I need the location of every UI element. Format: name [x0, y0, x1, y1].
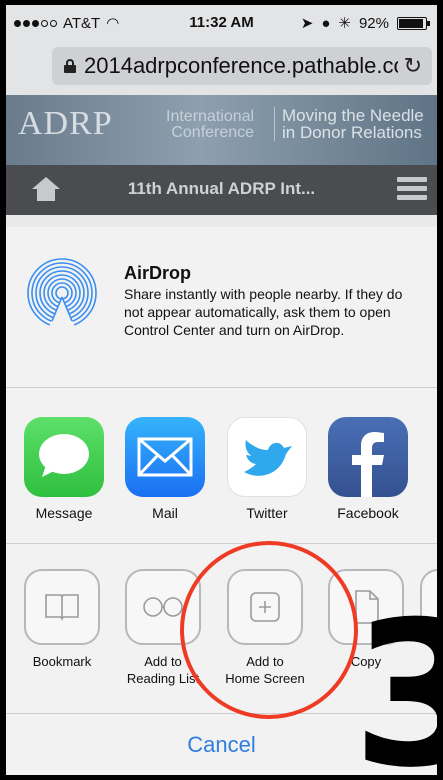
conference-label: International Conference — [166, 108, 255, 141]
banner-tagline: Moving the Needle in Donor Relations — [282, 106, 424, 142]
site-nav-bar: 11th Annual ADRP Int... — [6, 165, 437, 215]
adrp-logo: ADRP — [18, 105, 113, 142]
share-twitter-button[interactable]: Twitter — [226, 417, 308, 521]
alarm-icon: ● — [321, 14, 331, 32]
share-mail-button[interactable]: Mail — [124, 417, 206, 521]
bluetooth-icon: ✳ — [338, 15, 351, 32]
airdrop-description: Share instantly with people nearby. If t… — [124, 286, 403, 338]
nav-title: 11th Annual ADRP Int... — [127, 179, 316, 198]
url-text: 2014adrpconference.pathable.co — [84, 53, 398, 78]
airdrop-icon — [26, 257, 98, 329]
banner-divider — [274, 107, 275, 141]
menu-icon[interactable] — [397, 177, 427, 201]
share-message-button[interactable]: Message — [23, 417, 105, 521]
phone-screen: AT&T ◠ 11:32 AM ➤ ● ✳ 92% 2014adrpconfer… — [6, 5, 437, 775]
facebook-icon — [328, 417, 408, 497]
message-icon — [24, 417, 104, 497]
location-arrow-icon: ➤ — [300, 15, 314, 32]
twitter-label: Twitter — [246, 505, 288, 521]
browser-toolbar: 2014adrpconference.pathable.co ↻ — [6, 39, 437, 95]
bookmark-button[interactable]: Bookmark — [16, 569, 108, 670]
battery-percent: 92% — [358, 14, 389, 32]
reload-icon[interactable]: ↻ — [404, 53, 422, 79]
lock-icon — [64, 59, 76, 73]
highlight-circle — [180, 541, 358, 719]
airdrop-section[interactable]: AirDrop Share instantly with people near… — [6, 227, 437, 388]
mail-label: Mail — [152, 505, 178, 521]
battery-icon — [397, 16, 430, 30]
facebook-label: Facebook — [337, 505, 399, 521]
message-label: Message — [35, 505, 93, 521]
mail-icon — [125, 417, 205, 497]
status-right-group: ➤ ● ✳ 92% — [300, 14, 430, 32]
step-number: 3 — [352, 579, 437, 776]
photo-frame: AT&T ◠ 11:32 AM ➤ ● ✳ 92% 2014adrpconfer… — [0, 0, 443, 780]
bookmark-icon — [24, 569, 100, 645]
airdrop-title: AirDrop — [124, 263, 191, 283]
twitter-icon — [227, 417, 307, 497]
share-facebook-button[interactable]: Facebook — [327, 417, 409, 521]
site-banner: ADRP International Conference Moving the … — [6, 95, 437, 165]
address-bar[interactable]: 2014adrpconference.pathable.co ↻ — [52, 47, 432, 85]
share-apps-row: Message Mail Twitter Facebook — [6, 387, 437, 544]
status-bar: AT&T ◠ 11:32 AM ➤ ● ✳ 92% — [6, 5, 437, 39]
bookmark-label: Bookmark — [32, 654, 92, 669]
